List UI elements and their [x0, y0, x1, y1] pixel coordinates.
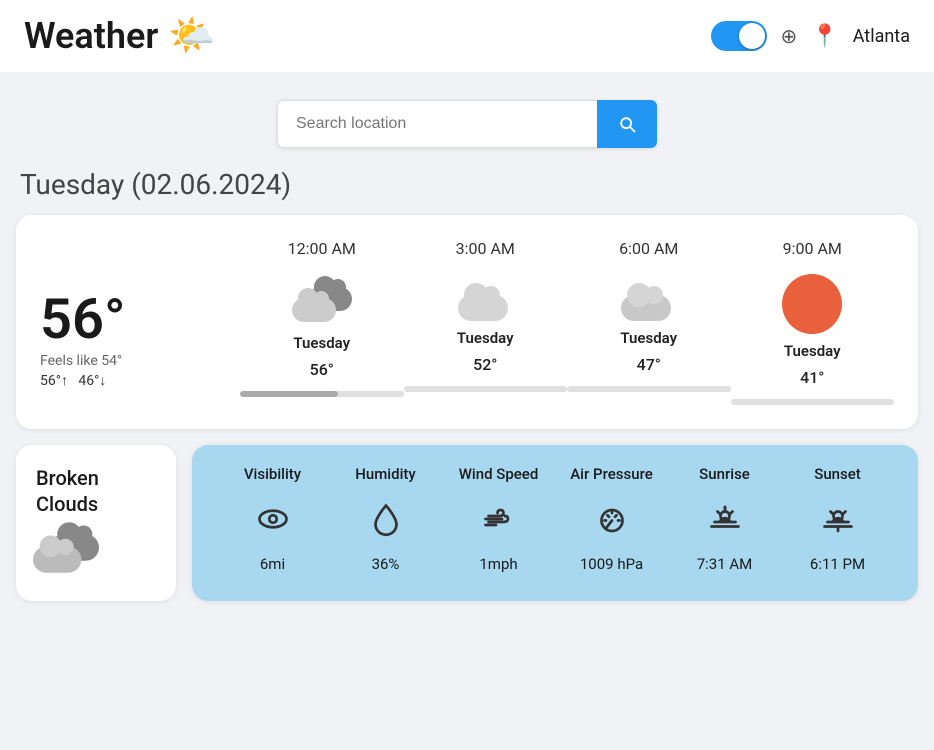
time-2: 6:00 AM	[567, 239, 731, 258]
search-input[interactable]	[277, 100, 597, 148]
progress-bar-3	[731, 399, 895, 405]
hourly-col-3: Tuesday 41°	[731, 274, 895, 405]
stat-label-sunrise: Sunrise	[668, 465, 781, 483]
sunrise-icon	[668, 501, 781, 537]
stat-value-sunset: 6:11 PM	[781, 555, 894, 573]
current-temp-value: 56°	[40, 291, 240, 347]
hourly-col-1: Tuesday 52°	[404, 287, 568, 392]
day-date: (02.06.2024)	[131, 168, 291, 201]
drop-icon	[329, 501, 442, 537]
weather-cloud-icon: 🌤️	[168, 14, 215, 58]
low-temp: 46°↓	[78, 373, 106, 389]
city-label: Atlanta	[853, 26, 910, 47]
broken-cloud-icon-0	[292, 282, 352, 326]
current-temp: 56° Feels like 54° 56°↑ 46°↓	[40, 291, 240, 389]
stat-label-pressure: Air Pressure	[555, 465, 668, 483]
temp-label-3: 41°	[800, 368, 824, 387]
header: Weather 🌤️ ⊕ 📍 Atlanta	[0, 0, 934, 72]
stats-card: Visibility Humidity Wind Speed Air Press…	[192, 445, 918, 601]
stat-value-sunrise: 7:31 AM	[668, 555, 781, 573]
search-icon	[617, 114, 637, 134]
gauge-icon	[555, 501, 668, 537]
hi-lo: 56°↑ 46°↓	[40, 372, 240, 389]
stat-value-wind: 1mph	[442, 555, 555, 573]
stat-label-sunset: Sunset	[781, 465, 894, 483]
stats-values: 6mi 36% 1mph 1009 hPa 7:31 AM 6:11 PM	[216, 555, 894, 573]
progress-bar-2	[567, 386, 731, 392]
weather-card: 12:00 AM 3:00 AM 6:00 AM 9:00 AM 56° Fee…	[16, 215, 918, 429]
stat-value-humidity: 36%	[329, 555, 442, 573]
bottom-section: Broken Clouds Visibility Humidity Wind S…	[16, 445, 918, 601]
stat-label-wind: Wind Speed	[442, 465, 555, 483]
progress-bar-0	[240, 391, 404, 397]
progress-bar-1	[404, 386, 568, 392]
stat-label-visibility: Visibility	[216, 465, 329, 483]
search-button[interactable]	[597, 100, 657, 148]
stat-value-visibility: 6mi	[216, 555, 329, 573]
day-label-1: Tuesday	[457, 329, 514, 347]
pin-icon: 📍	[811, 24, 838, 49]
toggle-knob	[739, 23, 765, 49]
data-row: 56° Feels like 54° 56°↑ 46°↓ Tuesday 56°	[40, 274, 894, 405]
day-label-0: Tuesday	[293, 334, 350, 352]
stats-header: Visibility Humidity Wind Speed Air Press…	[216, 465, 894, 483]
sun-icon-3	[782, 274, 842, 334]
cloud-icon-2	[621, 287, 676, 321]
high-temp: 56°↑	[40, 373, 68, 389]
time-1: 3:00 AM	[404, 239, 568, 258]
header-right: ⊕ 📍 Atlanta	[711, 21, 910, 51]
hourly-col-2: Tuesday 47°	[567, 287, 731, 392]
time-3: 9:00 AM	[731, 239, 895, 258]
feels-like: Feels like 54°	[40, 353, 240, 369]
header-left: Weather 🌤️	[24, 14, 216, 58]
hourly-col-0: Tuesday 56°	[240, 282, 404, 397]
temp-label-2: 47°	[637, 355, 661, 374]
cloud-icon-1	[458, 287, 513, 321]
time-0: 12:00 AM	[240, 239, 404, 258]
stat-label-humidity: Humidity	[329, 465, 442, 483]
temp-label-1: 52°	[473, 355, 497, 374]
main-content: Tuesday (02.06.2024) 12:00 AM 3:00 AM 6:…	[0, 168, 934, 621]
search-area	[0, 72, 934, 168]
app-title: Weather	[24, 15, 158, 57]
search-container	[277, 100, 657, 148]
stat-value-pressure: 1009 hPa	[555, 555, 668, 573]
day-name: Tuesday	[20, 168, 124, 201]
day-heading: Tuesday (02.06.2024)	[16, 168, 918, 201]
sunset-icon	[781, 501, 894, 537]
eye-icon	[216, 501, 329, 537]
broken-clouds-card: Broken Clouds	[16, 445, 176, 601]
wind-icon	[442, 501, 555, 537]
time-row: 12:00 AM 3:00 AM 6:00 AM 9:00 AM	[40, 239, 894, 258]
stats-icons	[216, 501, 894, 537]
day-label-2: Tuesday	[620, 329, 677, 347]
condition-label: Broken Clouds	[36, 465, 156, 517]
progress-fill-0	[240, 391, 338, 397]
day-label-3: Tuesday	[784, 342, 841, 360]
broken-clouds-icon	[36, 531, 106, 581]
gps-icon[interactable]: ⊕	[781, 24, 798, 48]
toggle-switch[interactable]	[711, 21, 767, 51]
temp-label-0: 56°	[310, 360, 334, 379]
